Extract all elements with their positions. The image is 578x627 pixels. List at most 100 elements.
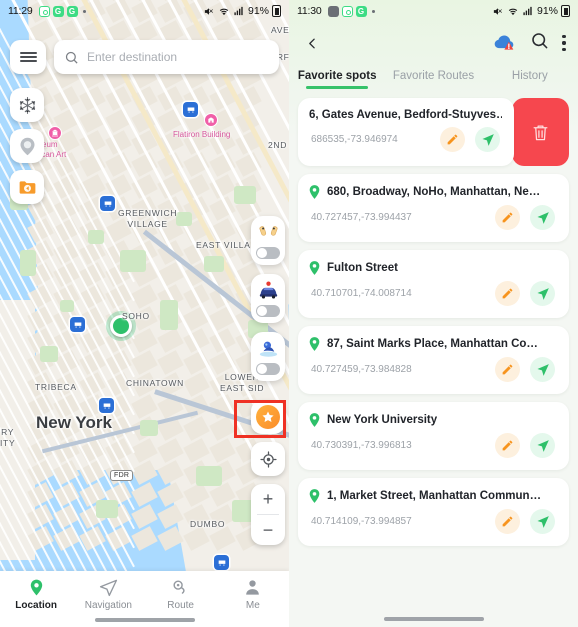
toggle-card-hands[interactable] [251, 216, 285, 265]
send-button[interactable] [530, 357, 555, 382]
star-icon [262, 411, 274, 422]
toggle-switch[interactable] [256, 363, 280, 375]
tab-favorite-spots[interactable]: Favorite spots [289, 70, 385, 89]
toggle-card-water-sport[interactable] [251, 332, 285, 381]
metro-station-icon[interactable] [183, 102, 198, 117]
tab-favorite-routes[interactable]: Favorite Routes [385, 70, 481, 89]
favorite-card[interactable]: Fulton Street 40.710701,-74.008714 [298, 250, 569, 318]
list-item[interactable]: 1, Market Street, Manhattan Commun… 40.71… [298, 478, 569, 546]
toggle-card-police[interactable] [251, 274, 285, 323]
edit-button[interactable] [495, 509, 520, 534]
signal-icon [523, 6, 532, 15]
edit-button[interactable] [440, 127, 465, 152]
favorite-card[interactable]: 680, Broadway, NoHo, Manhattan, Ne… 40.72… [298, 174, 569, 242]
map-panel: GREENWICH VILLAGE EAST VILLA SOHO CHINATOWN L… [0, 0, 289, 627]
map-toggle-cards [251, 216, 285, 381]
toggle-switch[interactable] [256, 305, 280, 317]
favorite-title: 680, Broadway, NoHo, Manhattan, Ne… [327, 186, 541, 198]
list-item[interactable]: 87, Saint Marks Place, Manhattan Co… 40.7… [298, 326, 569, 394]
delete-button[interactable] [512, 98, 569, 166]
favorite-coordinates: 40.730391,-73.996813 [311, 440, 412, 451]
card-meta-row: 40.727459,-73.984828 [309, 357, 557, 382]
menu-bar [19, 60, 37, 63]
favorite-card[interactable]: New York University 40.730391,-73.996813 [298, 402, 569, 470]
paper-plane-icon [481, 133, 494, 146]
favorite-card[interactable]: 6, Gates Avenue, Bedford-Stuyves… 686535,… [298, 98, 514, 166]
card-meta-row: 40.710701,-74.008714 [309, 281, 557, 306]
poi-marker-icon[interactable] [204, 113, 218, 127]
panel-tabs: Favorite spots Favorite Routes History [289, 64, 578, 89]
favorite-card[interactable]: 87, Saint Marks Place, Manhattan Co… 40.7… [298, 326, 569, 394]
card-meta-row: 40.727457,-73.994437 [309, 205, 557, 230]
list-item[interactable]: New York University 40.730391,-73.996813 [298, 402, 569, 470]
status-time: 11:29 [8, 5, 33, 17]
list-item[interactable]: 6, Gates Avenue, Bedford-Stuyves… 686535,… [298, 98, 569, 166]
search-icon [65, 51, 78, 64]
edit-button[interactable] [495, 281, 520, 306]
send-button[interactable] [475, 127, 500, 152]
nav-item-navigation[interactable]: Navigation [72, 578, 144, 611]
zoom-controls: + − [251, 484, 285, 545]
header-actions [493, 31, 566, 55]
edit-button[interactable] [495, 433, 520, 458]
poi-marker-icon[interactable] [48, 126, 62, 140]
map-pin-gray-button[interactable] [10, 129, 44, 163]
menu-bar [19, 51, 37, 54]
card-actions [495, 205, 557, 230]
snowflake-button[interactable] [10, 88, 44, 122]
send-button[interactable] [530, 205, 555, 230]
favorite-title: 1, Market Street, Manhattan Commun… [327, 490, 542, 502]
battery-percent: 91% [247, 5, 269, 17]
search-button[interactable] [530, 31, 549, 55]
favorite-title: New York University [327, 414, 438, 426]
zoom-out-button[interactable]: − [251, 515, 285, 545]
metro-station-icon[interactable] [70, 317, 85, 332]
send-button[interactable] [530, 281, 555, 306]
list-item[interactable]: Fulton Street 40.710701,-74.008714 [298, 250, 569, 318]
map-label: 2ND AVE [268, 140, 289, 150]
left-status-bar: 11:29 G G 91% [0, 0, 289, 22]
toggle-switch[interactable] [256, 247, 280, 259]
card-meta-row: 40.714109,-73.994857 [309, 509, 557, 534]
map-label: AVE [271, 25, 289, 35]
folder-button[interactable] [10, 170, 44, 204]
hamburger-menu-button[interactable] [10, 40, 46, 74]
location-pin-icon [309, 261, 320, 275]
send-button[interactable] [530, 509, 555, 534]
card-title-row: 1, Market Street, Manhattan Commun… [309, 489, 557, 503]
metro-station-icon[interactable] [214, 555, 229, 570]
snowflake-icon [19, 96, 35, 114]
nav-item-route[interactable]: Route [145, 578, 217, 611]
nav-item-location[interactable]: Location [0, 578, 72, 611]
google-icon: G [355, 5, 367, 17]
menu-bar [19, 55, 37, 59]
search-input[interactable]: Enter destination [54, 40, 279, 74]
card-actions [495, 357, 557, 382]
status-left: 11:30 G [297, 5, 375, 17]
metro-station-icon[interactable] [99, 398, 114, 413]
card-title-row: 680, Broadway, NoHo, Manhattan, Ne… [309, 185, 557, 199]
metro-station-icon[interactable] [100, 196, 115, 211]
kebab-menu-button[interactable] [562, 34, 566, 52]
card-title-row: New York University [309, 413, 557, 427]
nav-label-navigation: Navigation [84, 600, 132, 611]
panel-header [289, 22, 578, 64]
cloud-sync-button[interactable] [493, 33, 517, 53]
card-actions [495, 281, 557, 306]
list-item[interactable]: 680, Broadway, NoHo, Manhattan, Ne… 40.72… [298, 174, 569, 242]
nav-item-me[interactable]: Me [217, 578, 289, 611]
back-button[interactable] [301, 32, 323, 54]
pencil-icon [447, 134, 458, 145]
trash-icon [533, 125, 548, 140]
favorites-star-button[interactable] [251, 400, 285, 434]
edit-button[interactable] [495, 205, 520, 230]
police-car-icon-wrap [256, 279, 280, 301]
tab-history[interactable]: History [482, 70, 578, 89]
send-button[interactable] [530, 433, 555, 458]
zoom-in-button[interactable]: + [251, 484, 285, 514]
card-meta-row: 40.730391,-73.996813 [309, 433, 557, 458]
locate-me-button[interactable] [251, 442, 285, 476]
edit-button[interactable] [495, 357, 520, 382]
favorite-coordinates: 40.727459,-73.984828 [311, 364, 412, 375]
favorite-card[interactable]: 1, Market Street, Manhattan Commun… 40.71… [298, 478, 569, 546]
